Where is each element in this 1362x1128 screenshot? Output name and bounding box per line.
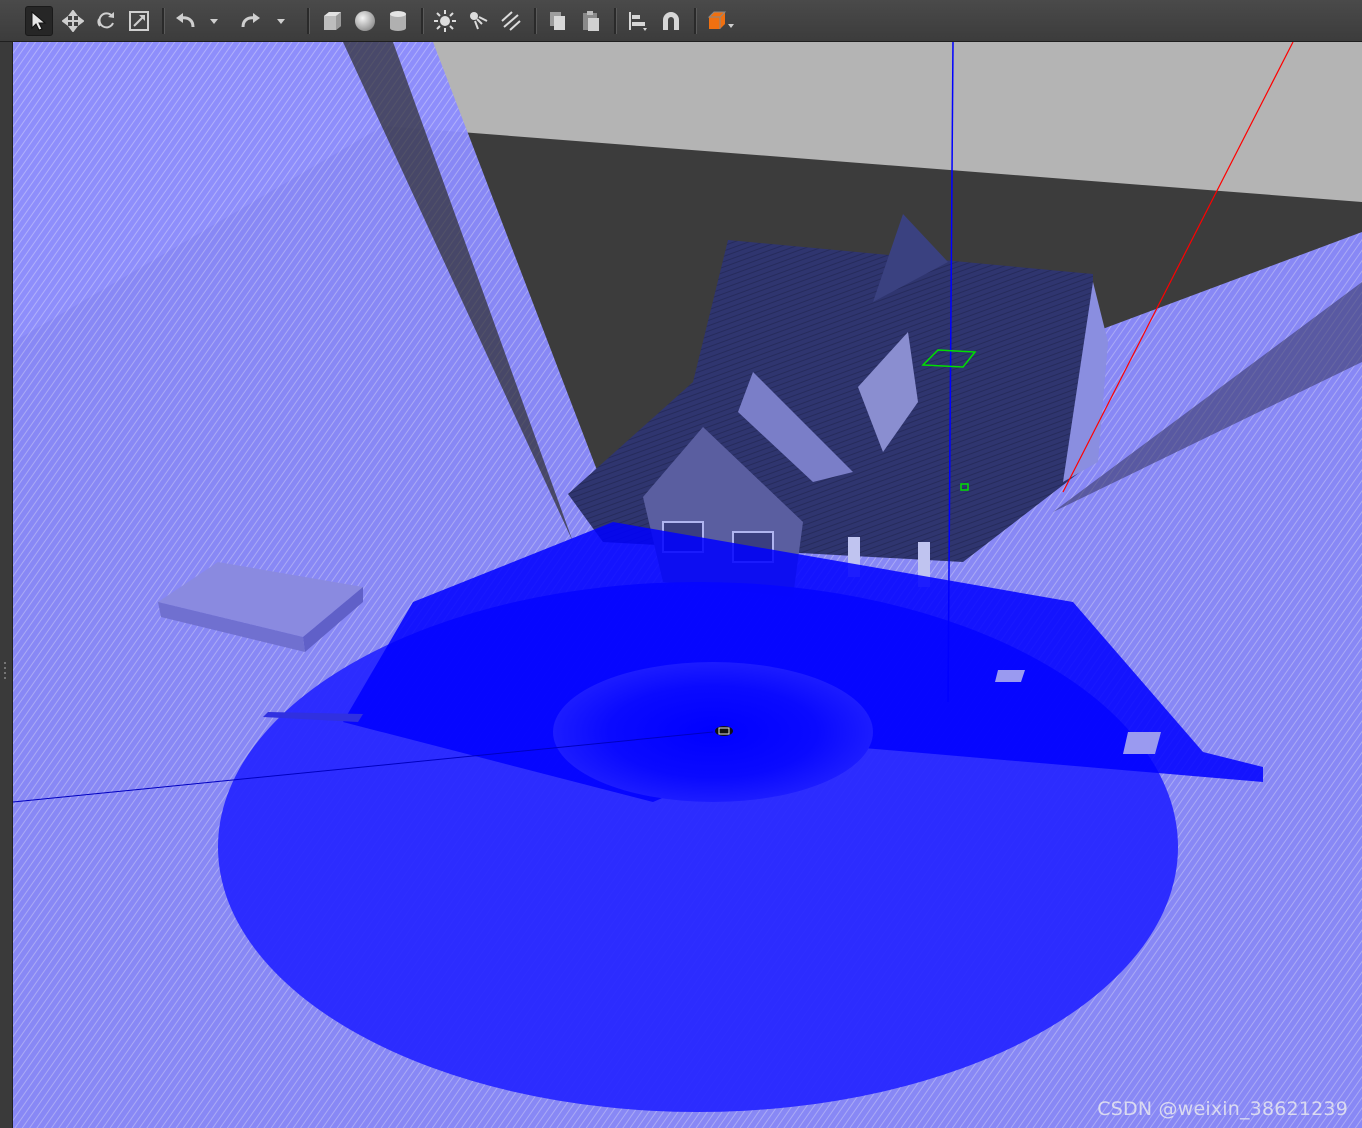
box-shape-icon [324, 12, 341, 30]
dropdown-arrow-icon [277, 19, 285, 24]
select-mode-button[interactable] [25, 6, 53, 36]
rotate-icon [97, 12, 114, 29]
redo-history-button[interactable] [272, 6, 290, 36]
splitter-grip-icon [4, 662, 6, 679]
insert-cylinder-button[interactable] [384, 6, 412, 36]
toolbar-separator [614, 8, 617, 34]
move-arrows-icon [62, 10, 84, 32]
point-light-button[interactable] [431, 6, 459, 36]
magnet-icon [663, 12, 679, 30]
snap-button[interactable] [657, 6, 685, 36]
cylinder-shape-icon [390, 11, 406, 31]
point-light-icon [434, 10, 456, 32]
watermark-text: CSDN @weixin_38621239 [1097, 1098, 1348, 1120]
translate-mode-button[interactable] [59, 6, 87, 36]
scale-icon [129, 11, 149, 31]
toolbar-separator [421, 8, 424, 34]
toolbar [0, 0, 1362, 42]
undo-history-button[interactable] [205, 6, 223, 36]
chair-model [995, 670, 1025, 682]
insert-sphere-button[interactable] [351, 6, 379, 36]
insert-box-button[interactable] [318, 6, 346, 36]
paste-button[interactable] [577, 6, 605, 36]
copy-button[interactable] [544, 6, 572, 36]
3d-viewport[interactable]: CSDN @weixin_38621239 [13, 42, 1362, 1128]
redo-button[interactable] [237, 6, 265, 36]
toolbar-separator [307, 8, 310, 34]
left-panel-splitter[interactable] [0, 42, 13, 1128]
view-angle-button[interactable] [704, 6, 738, 36]
copy-icon [550, 12, 565, 30]
paste-icon [583, 11, 599, 31]
toolbar-separator [534, 8, 537, 34]
dropdown-arrow-icon [210, 19, 218, 24]
cursor-arrow-icon [31, 10, 47, 31]
scale-mode-button[interactable] [125, 6, 153, 36]
undo-button[interactable] [171, 6, 199, 36]
align-icon [629, 12, 647, 31]
robot-model [715, 726, 733, 736]
toolbar-separator [162, 8, 165, 34]
scene-render [13, 42, 1362, 1128]
align-button[interactable] [624, 6, 652, 36]
undo-icon [176, 13, 195, 28]
spot-light-button[interactable] [464, 6, 492, 36]
view-cube-icon [707, 11, 734, 29]
redo-icon [241, 13, 260, 28]
directional-light-button[interactable] [497, 6, 525, 36]
chair-model [1123, 732, 1161, 754]
spot-light-icon [470, 12, 488, 30]
sphere-shape-icon [355, 11, 375, 31]
rotate-mode-button[interactable] [92, 6, 120, 36]
directional-light-icon [501, 11, 521, 31]
toolbar-separator [694, 8, 697, 34]
